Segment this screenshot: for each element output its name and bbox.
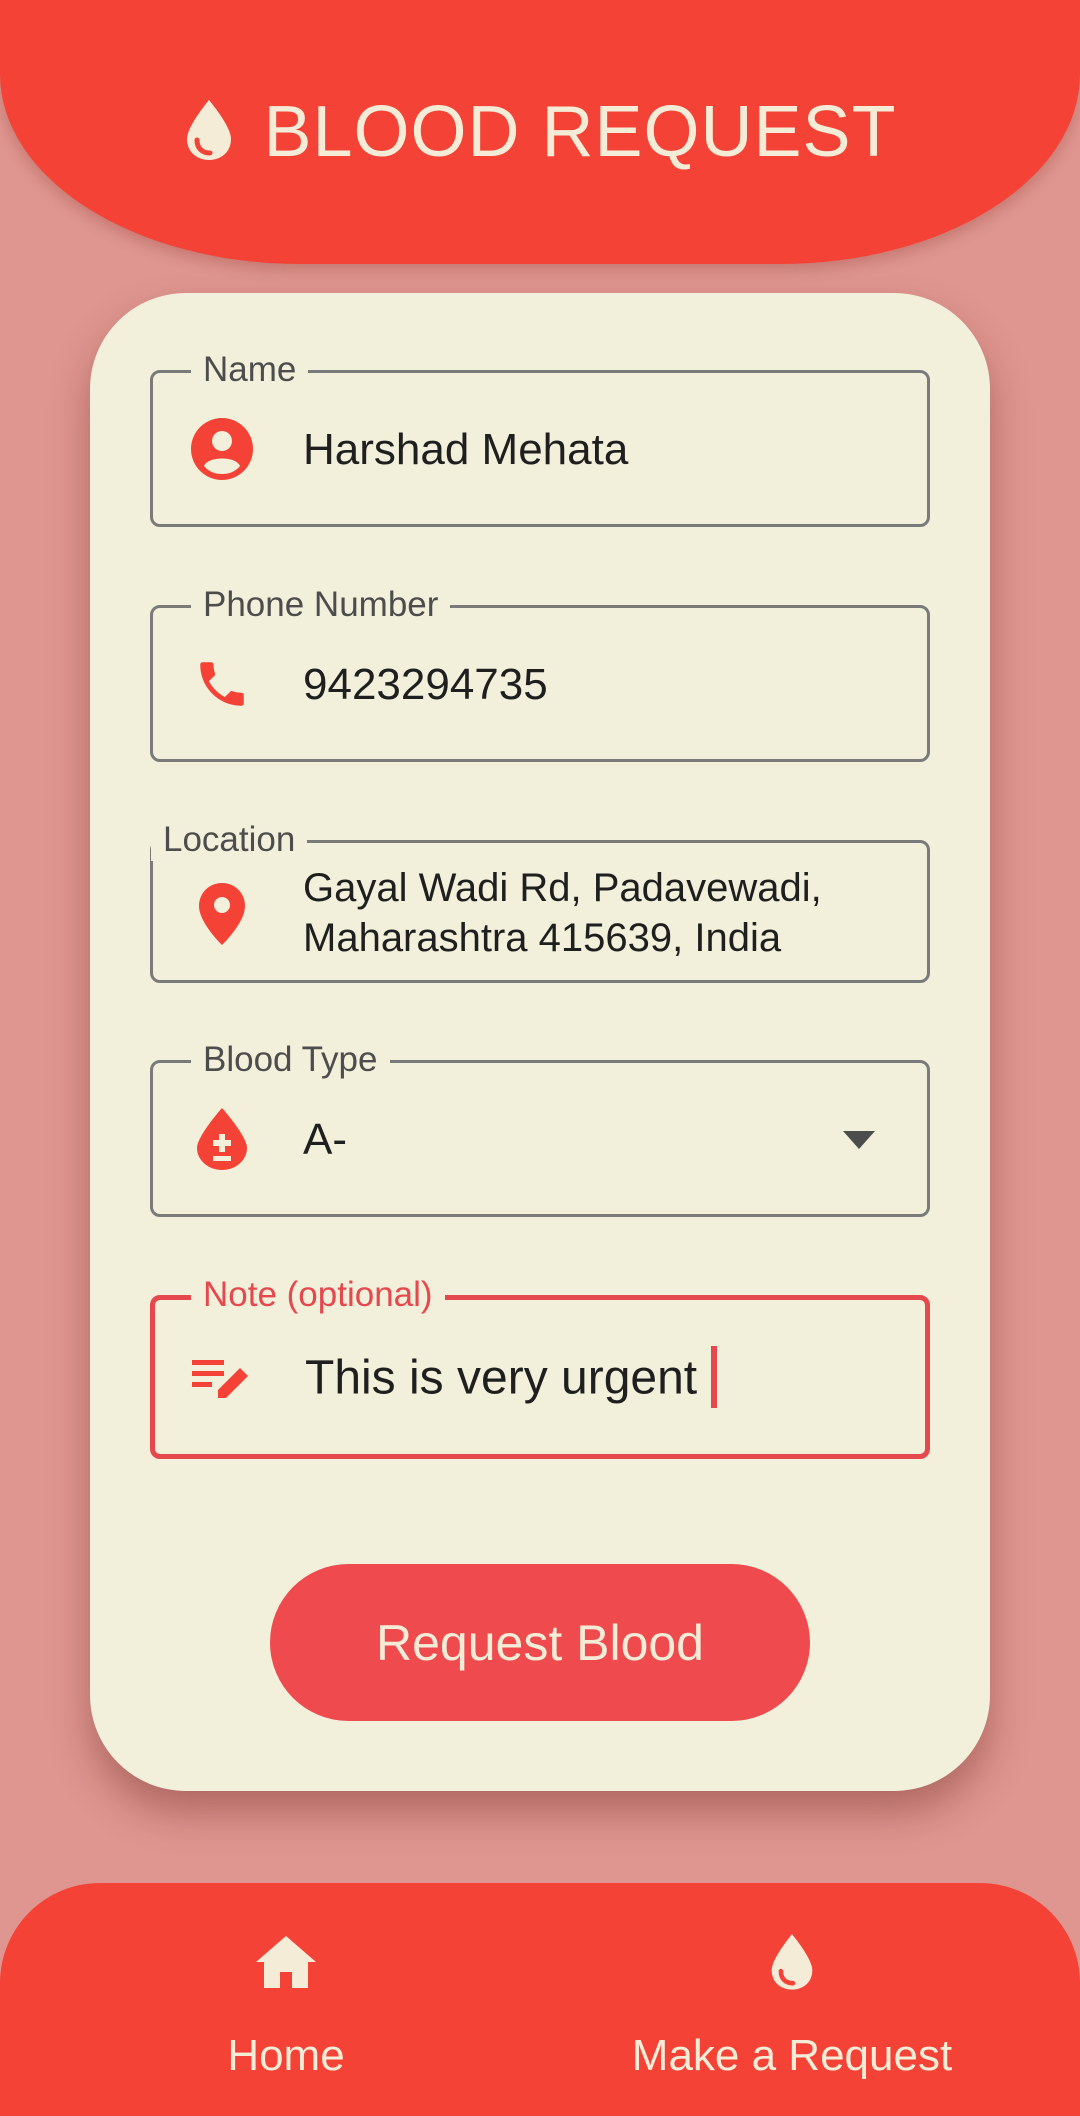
page-title: BLOOD REQUEST xyxy=(263,92,897,172)
edit-note-icon xyxy=(189,1346,255,1412)
name-field[interactable]: Name Harshad Mehata xyxy=(150,349,930,527)
text-caret xyxy=(711,1346,718,1408)
blood-type-select[interactable]: Blood Type A- xyxy=(150,1039,930,1217)
phone-input[interactable]: 9423294735 xyxy=(303,658,548,712)
note-label: Note (optional) xyxy=(191,1274,445,1316)
nav-label-make-request: Make a Request xyxy=(631,2031,953,2080)
note-field[interactable]: Note (optional) This is very urgent xyxy=(150,1274,930,1459)
phone-icon xyxy=(189,651,255,717)
blood-drop-icon xyxy=(768,1927,816,1997)
blood-type-icon xyxy=(189,1106,255,1172)
request-form-card: Name Harshad Mehata Phone Number 9423294… xyxy=(90,293,990,1791)
nav-item-make-request[interactable]: Make a Request xyxy=(592,1883,992,2116)
chevron-down-icon[interactable] xyxy=(843,1131,875,1154)
bottom-navigation: Home Make a Request xyxy=(0,1883,1080,2116)
app-header: BLOOD REQUEST xyxy=(0,0,1080,264)
request-blood-button[interactable]: Request Blood xyxy=(270,1564,810,1721)
blood-type-label: Blood Type xyxy=(191,1039,390,1081)
phone-label: Phone Number xyxy=(191,584,451,626)
home-icon xyxy=(256,1927,316,1997)
nav-item-home[interactable]: Home xyxy=(186,1883,386,2116)
blood-type-value: A- xyxy=(303,1115,347,1164)
location-line-2: Maharashtra 415639, India xyxy=(303,916,782,960)
location-input[interactable]: Gayal Wadi Rd, Padavewadi, Maharashtra 4… xyxy=(303,863,822,963)
phone-field[interactable]: Phone Number 9423294735 xyxy=(150,584,930,762)
name-input[interactable]: Harshad Mehata xyxy=(303,423,628,477)
nav-label-home: Home xyxy=(227,2031,345,2080)
location-label: Location xyxy=(151,819,308,861)
note-text: This is very urgent xyxy=(305,1351,698,1405)
note-input[interactable]: This is very urgent xyxy=(305,1346,718,1412)
location-field[interactable]: Location Gayal Wadi Rd, Padavewadi, Maha… xyxy=(150,819,930,983)
name-label: Name xyxy=(191,349,309,391)
location-line-1: Gayal Wadi Rd, Padavewadi, xyxy=(303,866,822,910)
header-content: BLOOD REQUEST xyxy=(183,91,896,173)
blood-drop-icon xyxy=(183,98,235,167)
account-circle-icon xyxy=(189,416,255,482)
location-pin-icon xyxy=(189,881,255,947)
